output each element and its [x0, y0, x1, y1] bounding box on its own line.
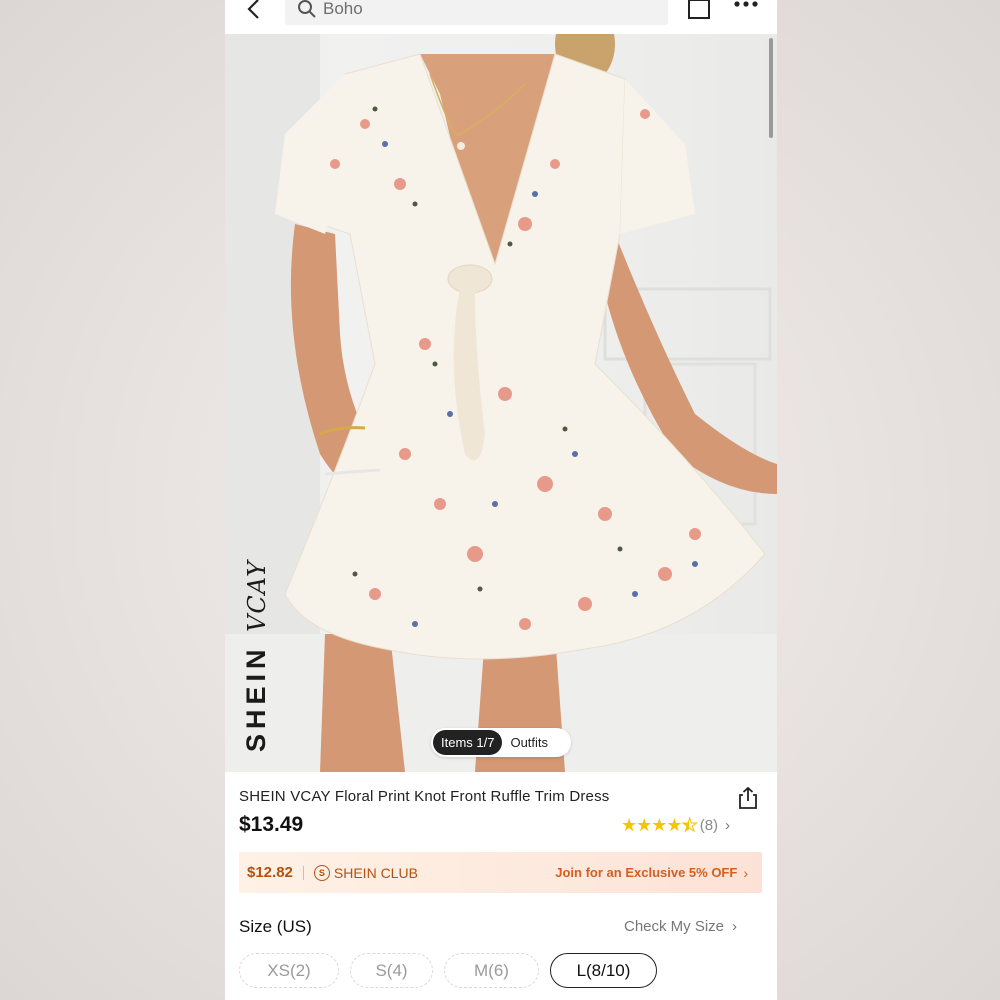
club-banner[interactable]: $12.82 S SHEIN CLUB Join for an Exclusiv…: [239, 852, 762, 893]
star-icon: ★★: [681, 815, 698, 836]
tab-items[interactable]: Items 1/7: [433, 730, 503, 755]
product-image-gallery[interactable]: SHEIN VCAY Items 1/7 Outfits: [225, 34, 777, 772]
search-input[interactable]: Boho: [323, 0, 363, 19]
chevron-right-icon: ›: [743, 864, 748, 881]
check-my-size-link[interactable]: Check My Size ›: [624, 918, 737, 935]
gallery-tab-switch: Items 1/7 Outfits: [431, 728, 571, 757]
size-option-l[interactable]: L(8/10): [550, 953, 657, 988]
back-arrow-icon: [247, 0, 259, 19]
size-option-xs[interactable]: XS(2): [239, 953, 339, 988]
rating-summary[interactable]: ★★★★ ★★ (8) ›: [621, 815, 730, 836]
chevron-right-icon: ›: [725, 817, 731, 834]
star-icon: ★: [621, 815, 637, 835]
search-bar[interactable]: Boho: [285, 0, 668, 25]
club-logo-icon: S: [313, 864, 330, 881]
size-option-m[interactable]: M(6): [444, 953, 539, 988]
back-button[interactable]: [239, 0, 269, 22]
search-icon: [298, 0, 316, 18]
brand-watermark: SHEIN VCAY: [241, 560, 272, 752]
more-options-button[interactable]: [731, 0, 763, 16]
club-price: $12.82: [247, 864, 293, 881]
rating-count: (8): [699, 817, 719, 834]
more-icon: [734, 1, 758, 7]
star-icon: ★: [651, 815, 667, 835]
share-icon: [739, 786, 757, 809]
app-screen: Boho SHEIN VCAY Items 1/7 Outfits SHEIN …: [225, 0, 777, 1000]
divider: [302, 865, 304, 880]
star-icon: ★: [636, 815, 652, 835]
bag-button[interactable]: [687, 0, 711, 20]
product-photo: [225, 34, 777, 772]
brand-watermark-script: VCAY: [243, 560, 271, 632]
size-options: XS(2) S(4) M(6) L(8/10): [239, 953, 657, 988]
product-title: SHEIN VCAY Floral Print Knot Front Ruffl…: [239, 788, 610, 805]
tab-outfits[interactable]: Outfits: [502, 735, 556, 750]
product-price: $13.49: [239, 813, 304, 836]
size-option-s[interactable]: S(4): [350, 953, 433, 988]
brand-watermark-main: SHEIN: [241, 644, 271, 752]
gallery-scrollbar[interactable]: [769, 38, 773, 138]
star-icon: ★: [666, 815, 682, 835]
bag-icon: [688, 0, 710, 19]
club-join-link[interactable]: Join for an Exclusive 5% OFF: [555, 865, 737, 880]
size-label: Size (US): [239, 917, 312, 936]
share-button[interactable]: [737, 786, 759, 810]
club-name: SHEIN CLUB: [333, 864, 418, 881]
top-bar: Boho: [225, 0, 777, 34]
check-my-size-text: Check My Size: [624, 918, 725, 935]
star-rating: ★★★★ ★★: [621, 815, 698, 836]
chevron-right-icon: ›: [732, 918, 738, 935]
